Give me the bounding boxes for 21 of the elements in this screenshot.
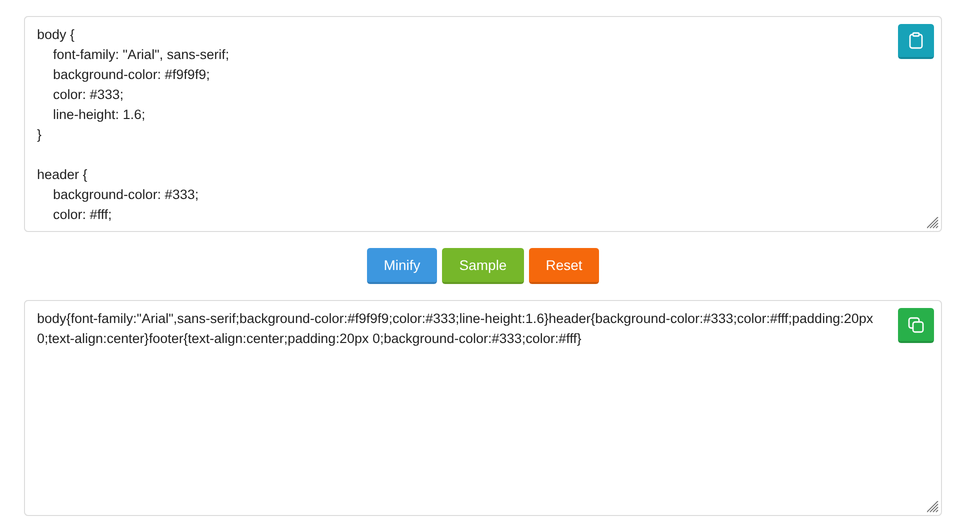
minified-css-text: body{font-family:"Arial",sans-serif;background-color:#f9f9f9;color:#333;line-height:1.6}header{background-color:#333;color:#fff;padding:20px 0;text-align:center}footer{text-align:center;padding:20px 0;background-color:#333;color:#fff} (37, 310, 874, 348)
code-line: font-family: "Arial", sans-serif; (52, 46, 230, 64)
action-button[interactable]: Minify (366, 248, 438, 284)
code-line: color: #333; (52, 86, 125, 104)
copy-icon (908, 316, 924, 332)
code-line: background-color: #333; (52, 186, 200, 204)
clipboard-icon (909, 32, 923, 49)
code-line: } (37, 126, 43, 144)
code-line: header { (37, 166, 88, 184)
action-button[interactable]: Reset (528, 248, 600, 284)
copy-button[interactable] (898, 308, 934, 343)
paste-button[interactable] (898, 24, 934, 59)
css-output-area[interactable] (24, 300, 942, 516)
code-line: line-height: 1.6; (52, 106, 146, 124)
code-line: body { (37, 26, 76, 44)
resize-handle-icon[interactable] (927, 217, 939, 229)
css-input-area[interactable]: body { font-family: "Arial", sans-serif; background-color: #f9f9f9; color: #333; line-height: 1.6; } header { background-color: #333; color: #fff; (24, 16, 942, 232)
action-button[interactable]: Sample (442, 248, 524, 284)
code-line: background-color: #f9f9f9; (52, 66, 211, 84)
resize-handle-icon[interactable] (927, 501, 939, 513)
code-line: color: #fff; (52, 206, 113, 224)
